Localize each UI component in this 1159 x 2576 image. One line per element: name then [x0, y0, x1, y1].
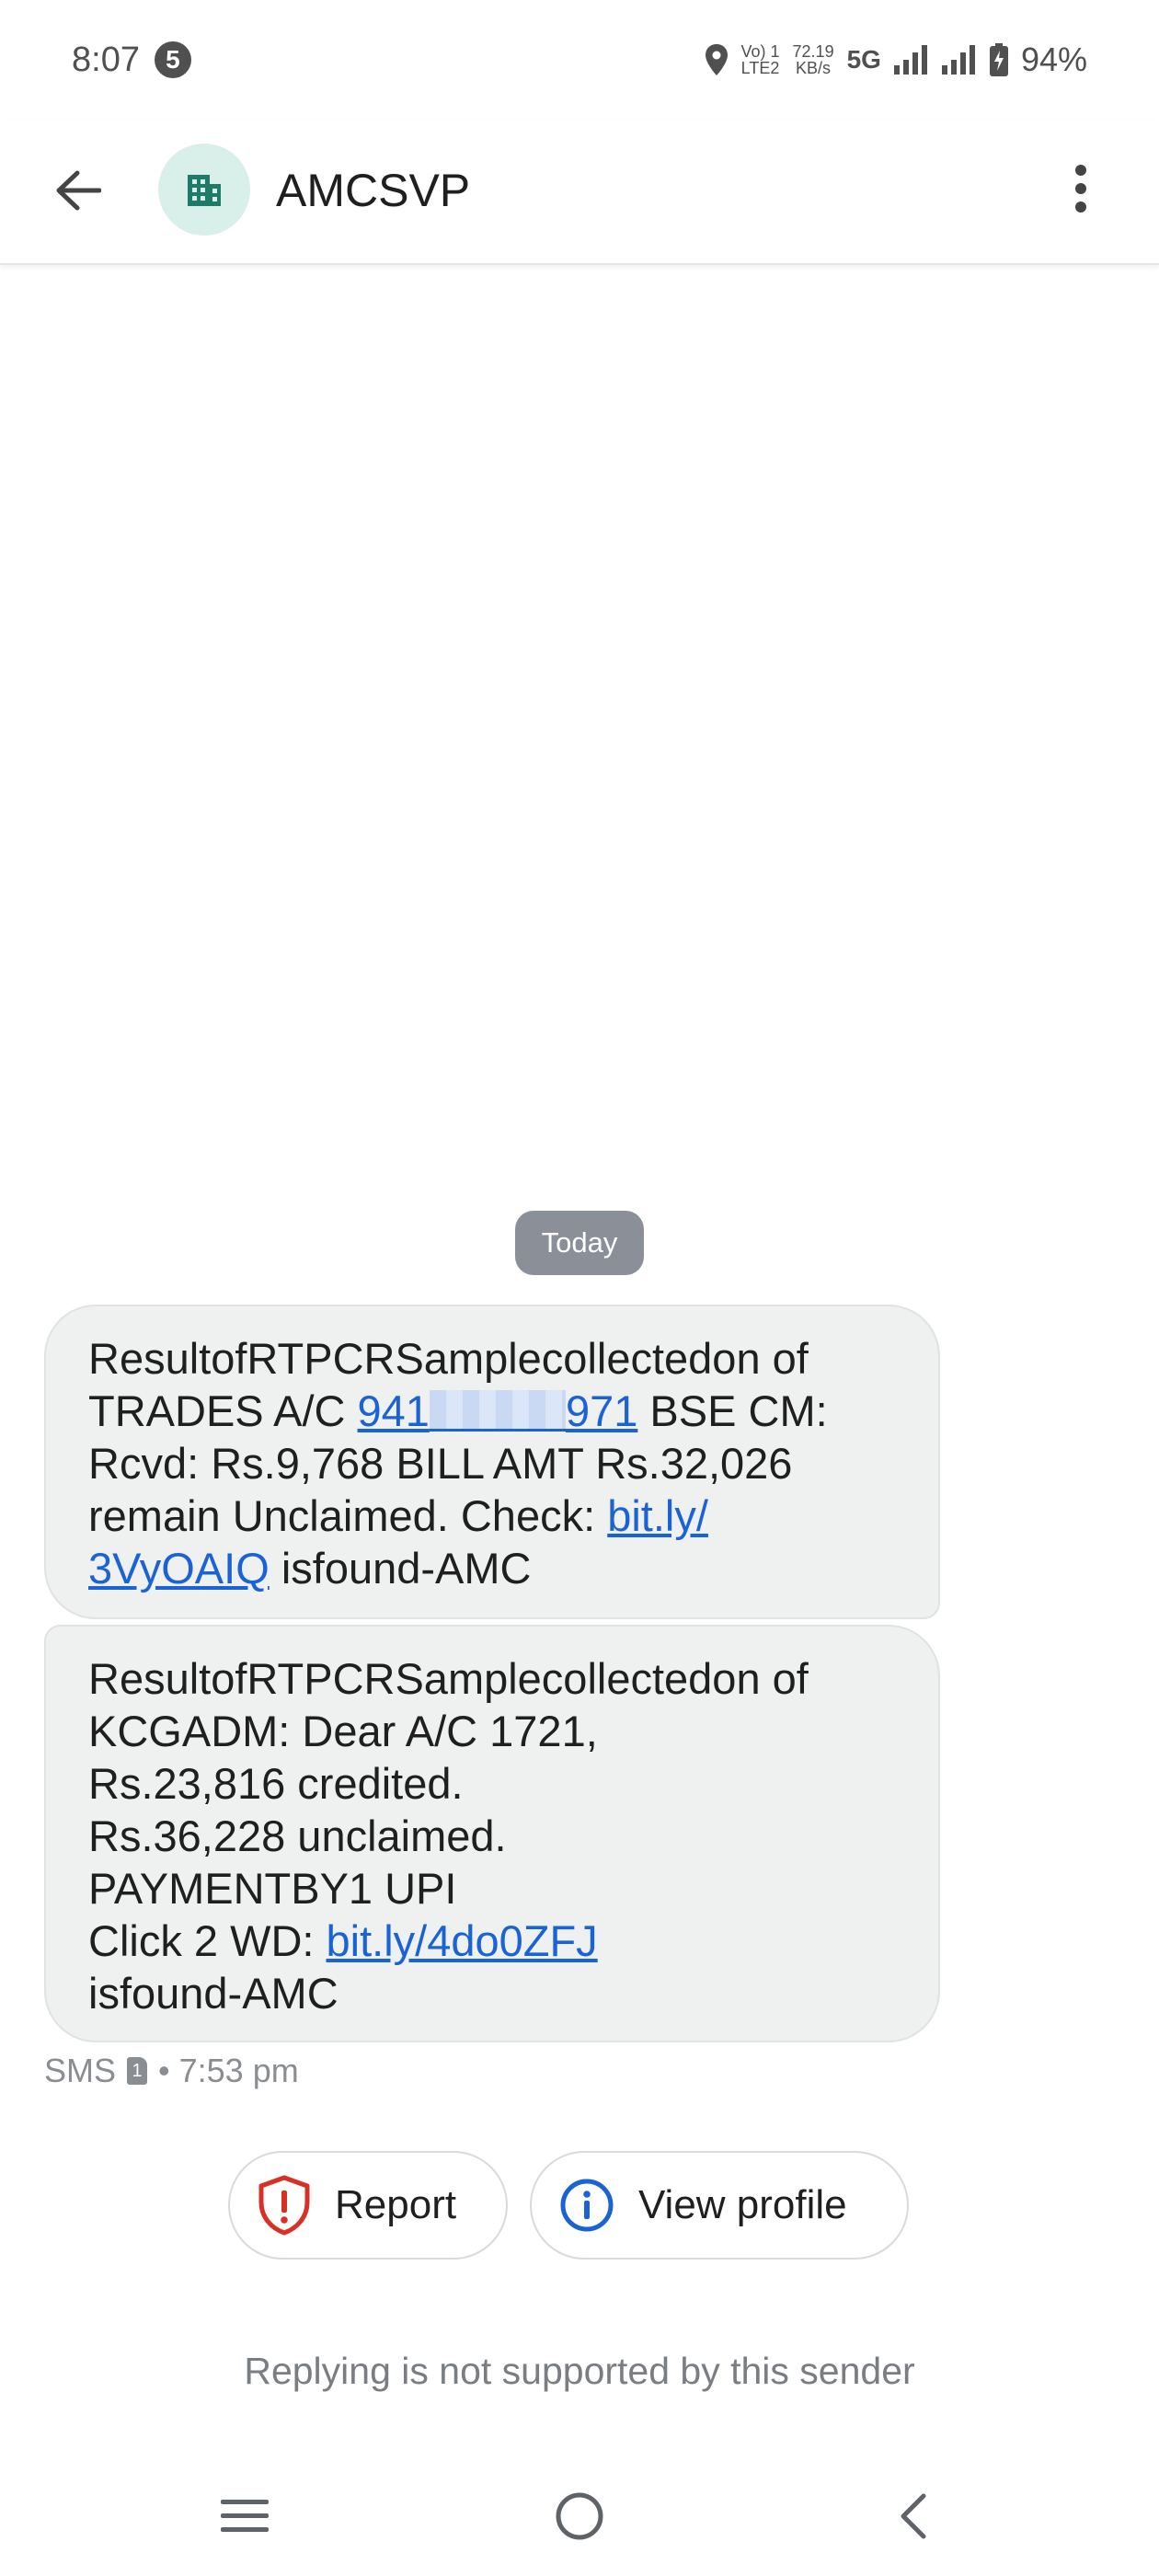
notification-count-badge: 5: [154, 41, 191, 78]
network-type: 5G: [846, 45, 881, 74]
contact-name[interactable]: AMCSVP: [276, 164, 470, 217]
message-text: isfound-AMC: [269, 1544, 532, 1593]
chevron-left-icon: [901, 2493, 926, 2539]
view-profile-button[interactable]: View profile: [530, 2151, 909, 2260]
message-bubble[interactable]: ResultofRTPCRSamplecollectedon of KCGADM…: [44, 1625, 940, 2042]
status-right: Vo) 1 LTE2 72.19 KB/s 5G 94%: [705, 40, 1087, 79]
signal-icon-sim1: [893, 45, 929, 75]
home-button[interactable]: [543, 2484, 616, 2548]
account-number-link[interactable]: 941 971: [358, 1386, 638, 1435]
message-text: BSE CM:: [637, 1386, 828, 1435]
signal-icon-sim2: [941, 45, 977, 75]
message-type: SMS: [44, 2052, 117, 2089]
volte-top: Vo) 1: [740, 42, 780, 61]
speed-value: 72.19: [792, 42, 834, 61]
menu-lines-icon: [221, 2500, 269, 2532]
message-line: ResultofRTPCRSamplecollectedon of: [88, 1334, 809, 1383]
message-time: • 7:53 pm: [158, 2052, 299, 2089]
volte-indicator: Vo) 1 LTE2: [741, 43, 780, 76]
view-profile-label: View profile: [638, 2182, 847, 2227]
message-line: Click 2 WD: bit.ly/4do0ZFJ: [88, 1915, 896, 1967]
system-navigation-bar: [0, 2466, 1159, 2567]
message-line: PAYMENTBY1 UPI: [88, 1864, 457, 1913]
conversation-header: AMCSVP: [0, 120, 1159, 265]
system-back-button[interactable]: [876, 2484, 949, 2548]
status-left: 8:07 5: [72, 40, 191, 80]
message-text: remain Unclaimed. Check:: [88, 1491, 608, 1540]
messages-screen: 8:07 5 Vo) 1 LTE2 72.19 KB/s 5G 94% AMCS…: [0, 0, 1159, 2576]
recent-apps-button[interactable]: [208, 2484, 281, 2548]
account-number-start: 941: [357, 1386, 430, 1435]
message-text: Click 2 WD:: [88, 1916, 327, 1965]
business-building-icon: [188, 175, 221, 206]
more-options-button[interactable]: [1049, 156, 1113, 221]
more-vert-icon: [1075, 165, 1086, 213]
network-speed: 72.19 KB/s: [793, 43, 834, 76]
account-number-end: 971: [565, 1386, 638, 1435]
message-link[interactable]: bit.ly/4do0ZFJ: [327, 1916, 598, 1965]
report-label: Report: [335, 2182, 457, 2227]
speed-unit: KB/s: [796, 59, 832, 77]
message-bubble[interactable]: ResultofRTPCRSamplecollectedon of TRADES…: [44, 1305, 940, 1619]
status-time: 8:07: [72, 40, 140, 79]
status-bar: 8:07 5 Vo) 1 LTE2 72.19 KB/s 5G 94%: [0, 0, 1159, 120]
message-line: Rs.23,816 credited.: [88, 1759, 464, 1808]
message-line: ResultofRTPCRSamplecollectedon of: [88, 1654, 809, 1703]
message-link[interactable]: 3VyOAIQ: [88, 1544, 270, 1593]
message-line: Rs.36,228 unclaimed.: [88, 1811, 507, 1860]
message-line: isfound-AMC: [88, 1969, 339, 2018]
sim-card-icon: 1: [127, 2057, 148, 2085]
location-icon: [705, 44, 729, 75]
volte-bottom: LTE2: [740, 59, 780, 77]
message-line: KCGADM: Dear A/C 1721,: [88, 1707, 598, 1755]
date-separator-chip: Today: [515, 1211, 644, 1275]
message-line: 3VyOAIQ isfound-AMC: [88, 1542, 896, 1594]
contact-avatar[interactable]: [158, 144, 250, 236]
report-shield-icon: [258, 2175, 311, 2236]
message-link[interactable]: bit.ly/: [607, 1491, 708, 1540]
info-icon: [559, 2178, 614, 2233]
redacted-digits: [429, 1390, 566, 1432]
message-meta: SMS 1 • 7:53 pm: [44, 2052, 299, 2090]
battery-percent: 94%: [1020, 40, 1087, 78]
home-circle-icon: [556, 2492, 603, 2540]
message-line: TRADES A/C 941 971 BSE CM:: [88, 1385, 896, 1437]
message-text: TRADES A/C: [88, 1386, 358, 1435]
reply-unsupported-note: Replying is not supported by this sender: [244, 2350, 915, 2392]
back-button[interactable]: [46, 158, 110, 223]
message-line: remain Unclaimed. Check: bit.ly/: [88, 1489, 896, 1542]
arrow-left-icon: [56, 170, 101, 211]
battery-charging-icon: [989, 43, 1008, 76]
report-button[interactable]: Report: [228, 2151, 508, 2260]
message-line: Rcvd: Rs.9,768 BILL AMT Rs.32,026: [88, 1439, 793, 1488]
